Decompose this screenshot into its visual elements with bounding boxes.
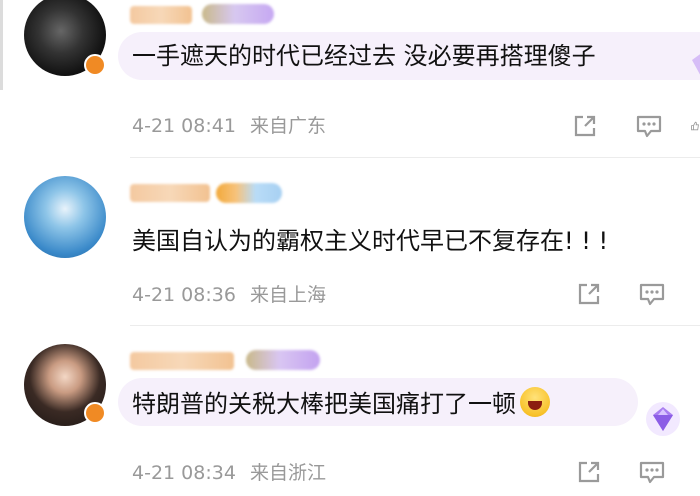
- fan-rank-badge: [216, 183, 282, 203]
- laughing-emoji-icon: [520, 387, 550, 417]
- comment-time: 4-21 08:36: [132, 284, 236, 306]
- divider: [130, 325, 700, 326]
- like-button-partial[interactable]: [690, 112, 700, 140]
- comment-icon: [636, 115, 662, 138]
- diamond-badge-icon: [692, 54, 700, 75]
- verified-badge-icon: [84, 54, 106, 76]
- reply-button[interactable]: [637, 280, 667, 308]
- username-blurred[interactable]: [130, 184, 210, 202]
- comment-location: 来自上海: [249, 284, 326, 306]
- share-icon: [578, 461, 600, 483]
- comment-meta: 4-21 08:34 来自浙江: [132, 461, 326, 485]
- comment-time: 4-21 08:41: [132, 115, 236, 137]
- share-button[interactable]: [570, 112, 600, 140]
- comment-location: 来自浙江: [249, 462, 326, 484]
- share-icon: [578, 283, 600, 305]
- username-blurred[interactable]: [130, 352, 234, 370]
- comment-text: 一手遮天的时代已经过去 没必要再搭理傻子: [132, 42, 596, 70]
- comment-text: 美国自认为的霸权主义时代早已不复存在! ! !: [132, 227, 609, 255]
- username-blurred[interactable]: [130, 6, 192, 24]
- reply-button[interactable]: [634, 112, 664, 140]
- diamond-badge-icon: [646, 402, 680, 436]
- avatar[interactable]: [24, 176, 106, 258]
- like-icon: [691, 121, 699, 131]
- share-button[interactable]: [574, 280, 604, 308]
- share-icon: [574, 115, 596, 137]
- comment-icon: [639, 461, 665, 484]
- fan-rank-badge: [202, 4, 274, 24]
- comment-meta: 4-21 08:36 来自上海: [132, 283, 326, 307]
- reply-button[interactable]: [637, 458, 667, 486]
- comment-icon: [639, 283, 665, 306]
- divider: [130, 157, 700, 158]
- comment-meta: 4-21 08:41 来自广东: [132, 114, 326, 138]
- share-button[interactable]: [574, 458, 604, 486]
- comment-text-content: 特朗普的关税大棒把美国痛打了一顿: [132, 390, 516, 418]
- left-edge-bar: [0, 0, 3, 90]
- comment-text: 特朗普的关税大棒把美国痛打了一顿: [132, 387, 550, 419]
- fan-rank-badge: [246, 350, 320, 370]
- comment-time: 4-21 08:34: [132, 462, 236, 484]
- verified-badge-icon: [84, 402, 106, 424]
- comment-location: 来自广东: [249, 115, 326, 137]
